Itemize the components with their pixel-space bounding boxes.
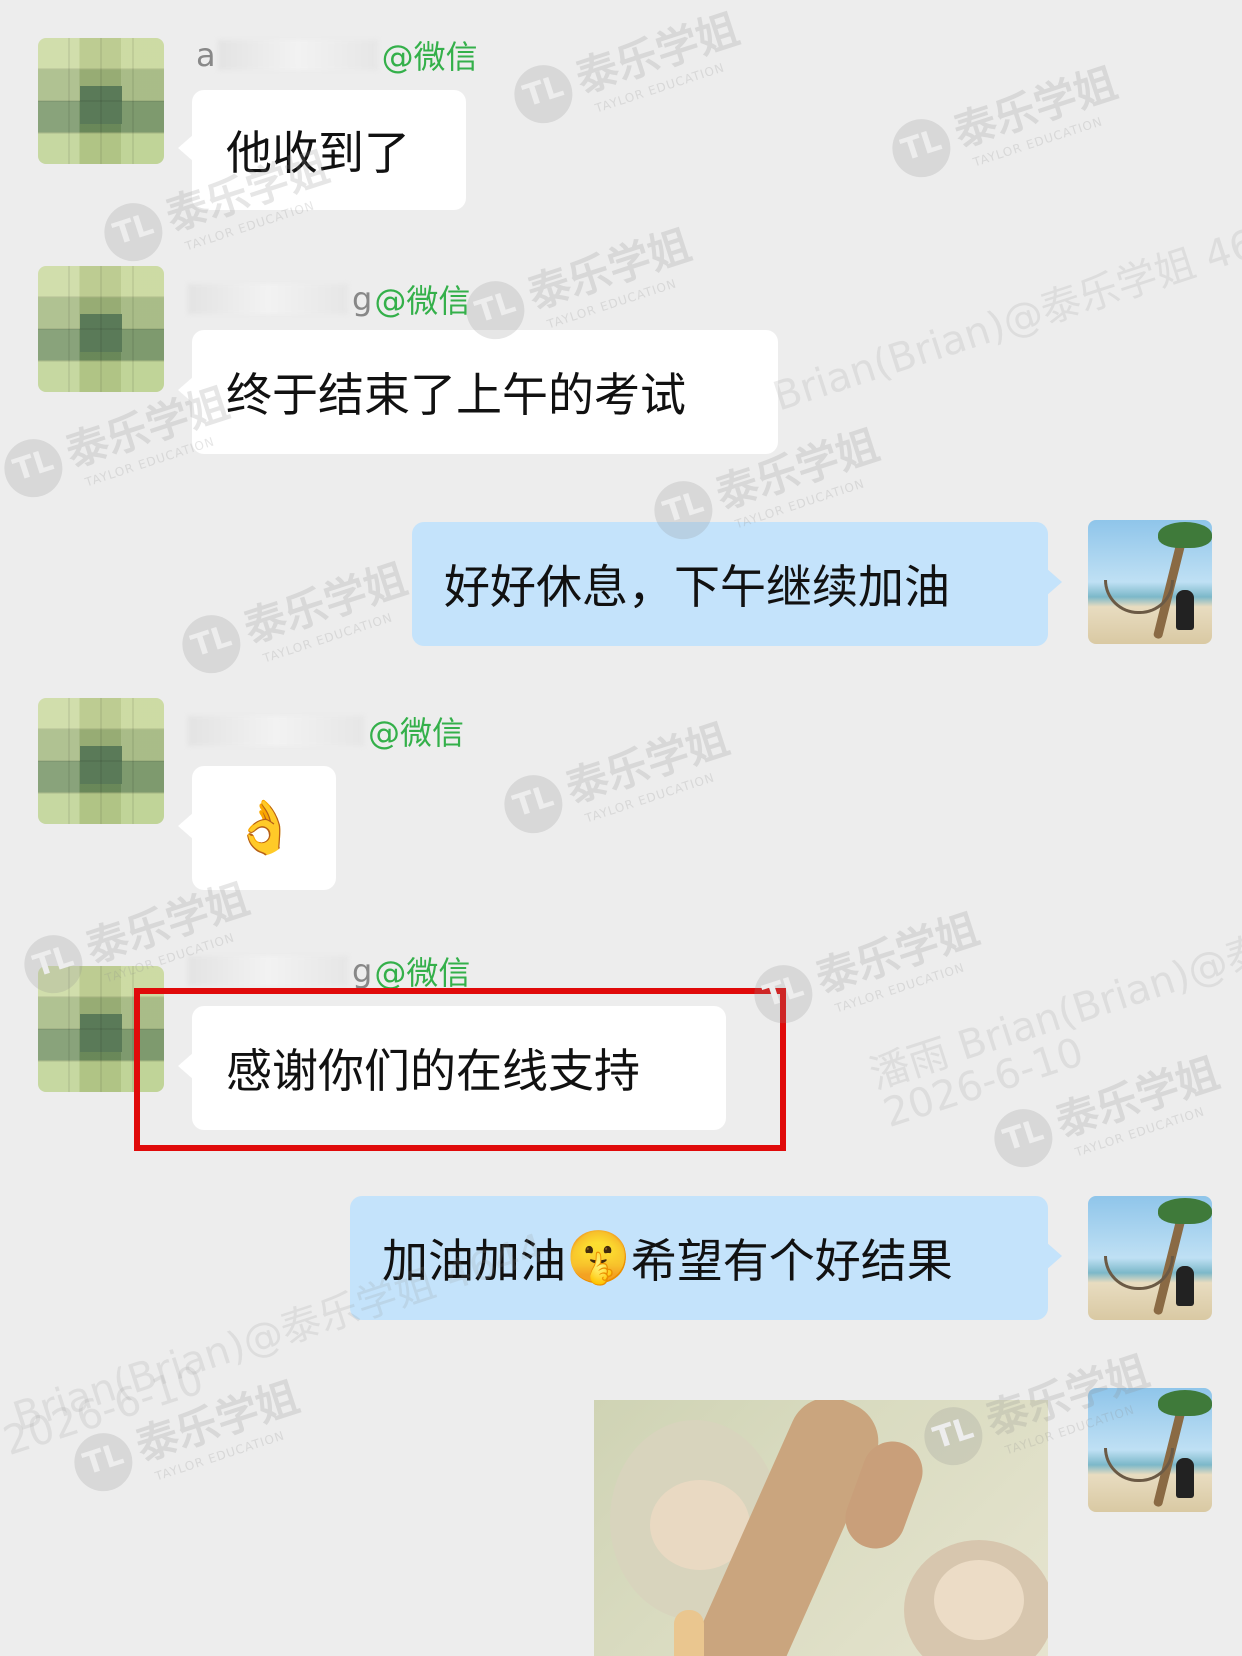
watermark-user-text: 潘雨 Brian(Brian)@泰	[864, 927, 1242, 1099]
sender-name-lead: g	[352, 280, 373, 318]
watermark-logo-icon	[174, 607, 248, 681]
monkey-sticker-image[interactable]	[594, 1400, 1048, 1656]
watermark-logo-icon	[986, 1101, 1060, 1175]
watermark-date: 2026-6-10	[0, 1357, 210, 1465]
watermark: 泰乐学姐TAYLOR EDUCATION	[64, 1364, 309, 1506]
blurred-name	[188, 284, 348, 314]
watermark-brand: 泰乐学姐	[237, 554, 413, 653]
outgoing-message-bubble[interactable]: 好好休息，下午继续加油	[412, 522, 1062, 646]
watermark-brand-en: TAYLOR EDUCATION	[545, 275, 679, 331]
sender-name: g @微信	[188, 950, 470, 992]
message-text: 他收到了	[226, 126, 410, 180]
watermark-brand: 泰乐学姐	[559, 714, 735, 813]
watermark-logo-icon	[506, 57, 580, 131]
incoming-message-bubble[interactable]: 他收到了	[178, 90, 466, 210]
watermark: 泰乐学姐TAYLOR EDUCATION	[984, 1040, 1229, 1182]
person-figure	[1176, 590, 1194, 630]
message-text-before: 加油加油	[382, 1234, 566, 1288]
watermark-logo-icon	[496, 767, 570, 841]
watermark: 泰乐学姐TAYLOR EDUCATION	[882, 50, 1127, 192]
watermark-brand: 泰乐学姐	[569, 4, 745, 103]
my-avatar[interactable]	[1088, 1388, 1212, 1512]
my-avatar[interactable]	[1088, 1196, 1212, 1320]
my-avatar[interactable]	[1088, 520, 1212, 644]
watermark-brand: 泰乐学姐	[947, 58, 1123, 157]
message-text: 好好休息，下午继续加油	[444, 560, 950, 614]
watermark-date: 2026-6-10	[877, 1029, 1090, 1137]
watermark-logo-icon	[884, 111, 958, 185]
chat-area: a @微信 他收到了 g @微信 终于结束了上午的考试 好好休息，下午继续加油 …	[0, 0, 1242, 1656]
monkey-right	[904, 1540, 1048, 1656]
person-figure	[1176, 1458, 1194, 1498]
sender-name-suffix: @微信	[381, 38, 478, 76]
blurred-name	[188, 956, 348, 986]
watermark-brand-en: TAYLOR EDUCATION	[833, 959, 967, 1015]
contact-avatar[interactable]	[38, 266, 164, 392]
monkey-face	[934, 1560, 1024, 1640]
sender-name-suffix: @微信	[368, 714, 465, 752]
ok-hand-emoji: 👌	[232, 798, 297, 858]
watermark: 泰乐学姐TAYLOR EDUCATION	[172, 546, 417, 688]
person-figure	[1176, 1266, 1194, 1306]
palm-leaf	[1158, 1198, 1212, 1224]
watermark-brand-en: TAYLOR EDUCATION	[261, 609, 395, 665]
watermark-brand: 泰乐学姐	[1049, 1048, 1225, 1147]
sender-name-lead: g	[352, 952, 373, 990]
sender-name: a @微信	[196, 34, 478, 76]
shush-emoji: 🤫	[566, 1228, 631, 1288]
watermark-brand: 泰乐学姐	[809, 904, 985, 1003]
outgoing-message-bubble[interactable]: 加油加油 🤫 希望有个好结果	[350, 1196, 1062, 1320]
message-text-after: 希望有个好结果	[630, 1234, 953, 1288]
sender-name: g @微信	[188, 278, 470, 320]
watermark-brand: 泰乐学姐	[521, 220, 697, 319]
watermark-logo-icon	[66, 1425, 140, 1499]
contact-avatar[interactable]	[38, 698, 164, 824]
contact-avatar[interactable]	[38, 38, 164, 164]
watermark: 泰乐学姐TAYLOR EDUCATION	[504, 0, 749, 138]
palm-leaf	[1158, 522, 1212, 548]
watermark-brand-en: TAYLOR EDUCATION	[153, 1427, 287, 1483]
message-text: 终于结束了上午的考试	[226, 368, 686, 422]
sender-name-lead: a	[196, 36, 216, 74]
watermark-brand-en: TAYLOR EDUCATION	[583, 769, 717, 825]
watermark-brand: 泰乐学姐	[129, 1372, 305, 1471]
praying-hands	[674, 1610, 704, 1656]
highlight-box	[134, 988, 786, 1151]
watermark-brand-en: TAYLOR EDUCATION	[971, 113, 1105, 169]
palm-leaf	[1158, 1390, 1212, 1416]
watermark-brand-en: TAYLOR EDUCATION	[593, 59, 727, 115]
incoming-message-bubble[interactable]: 👌	[178, 766, 336, 890]
sender-name: @微信	[188, 710, 464, 752]
watermark: 泰乐学姐TAYLOR EDUCATION	[494, 706, 739, 848]
blurred-name	[188, 716, 364, 746]
blurred-name	[217, 40, 378, 70]
watermark-logo-icon	[96, 195, 170, 269]
sender-name-suffix: @微信	[374, 282, 471, 320]
incoming-message-bubble[interactable]: 终于结束了上午的考试	[178, 330, 778, 454]
watermark-logo-icon	[0, 431, 70, 505]
watermark-user-text: Brian(Brian)@泰乐学姐 4644	[767, 205, 1242, 421]
watermark-brand-en: TAYLOR EDUCATION	[1073, 1103, 1207, 1159]
